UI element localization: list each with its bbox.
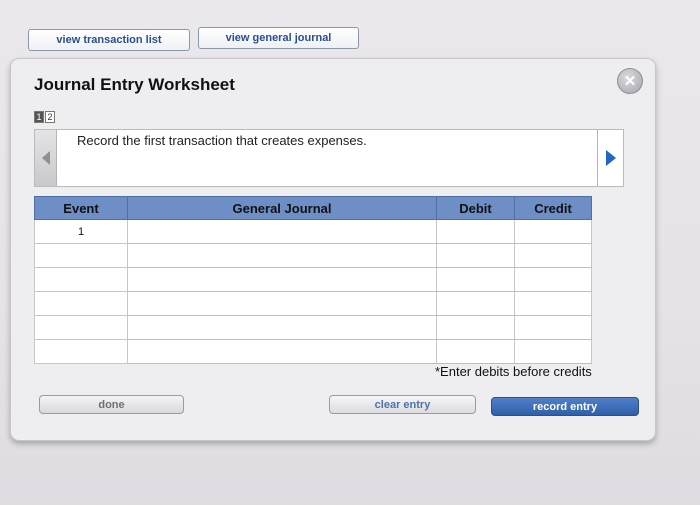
account-input[interactable] [127, 243, 437, 268]
header-general-journal: General Journal [127, 196, 437, 220]
table-row [34, 243, 592, 268]
event-cell: 1 [34, 219, 128, 244]
credit-input[interactable] [514, 339, 592, 364]
next-button[interactable] [597, 130, 623, 186]
account-input[interactable] [127, 339, 437, 364]
credit-input[interactable] [514, 243, 592, 268]
event-cell [34, 315, 128, 340]
event-cell [34, 267, 128, 292]
debit-input[interactable] [436, 291, 515, 316]
header-credit: Credit [514, 196, 592, 220]
account-input[interactable] [127, 267, 437, 292]
view-general-journal-button[interactable]: view general journal [198, 27, 359, 49]
header-event: Event [34, 196, 128, 220]
journal-entry-worksheet-panel: Journal Entry Worksheet ✕ 1 2 Record the… [10, 58, 656, 441]
account-input[interactable] [127, 291, 437, 316]
debits-before-credits-note: *Enter debits before credits [435, 364, 592, 379]
table-row [34, 291, 592, 316]
table-header-row: Event General Journal Debit Credit [34, 196, 592, 220]
record-entry-button[interactable]: record entry [491, 397, 639, 416]
credit-input[interactable] [514, 219, 592, 244]
debit-input[interactable] [436, 315, 515, 340]
step-indicator: 1 2 [34, 111, 55, 123]
arrow-right-icon [605, 150, 616, 166]
step-2-tab[interactable]: 2 [45, 111, 55, 123]
debit-input[interactable] [436, 243, 515, 268]
event-cell [34, 291, 128, 316]
debit-input[interactable] [436, 219, 515, 244]
event-cell [34, 339, 128, 364]
step-1-tab[interactable]: 1 [34, 111, 44, 123]
close-icon[interactable]: ✕ [617, 68, 643, 94]
debit-input[interactable] [436, 339, 515, 364]
header-debit: Debit [436, 196, 515, 220]
done-button[interactable]: done [39, 395, 184, 414]
table-row: 1 [34, 219, 592, 244]
instruction-text: Record the first transaction that create… [77, 133, 367, 148]
table-row [34, 267, 592, 292]
clear-entry-button[interactable]: clear entry [329, 395, 476, 414]
worksheet-title: Journal Entry Worksheet [34, 75, 235, 94]
credit-input[interactable] [514, 267, 592, 292]
credit-input[interactable] [514, 291, 592, 316]
account-input[interactable] [127, 219, 437, 244]
table-row [34, 315, 592, 340]
view-transaction-list-button[interactable]: view transaction list [28, 29, 190, 51]
journal-table: Event General Journal Debit Credit 1 [34, 196, 592, 364]
table-row [34, 339, 592, 364]
credit-input[interactable] [514, 315, 592, 340]
event-cell [34, 243, 128, 268]
instruction-box: Record the first transaction that create… [34, 129, 624, 187]
previous-button[interactable] [35, 130, 57, 186]
arrow-left-icon [41, 151, 50, 165]
debit-input[interactable] [436, 267, 515, 292]
account-input[interactable] [127, 315, 437, 340]
